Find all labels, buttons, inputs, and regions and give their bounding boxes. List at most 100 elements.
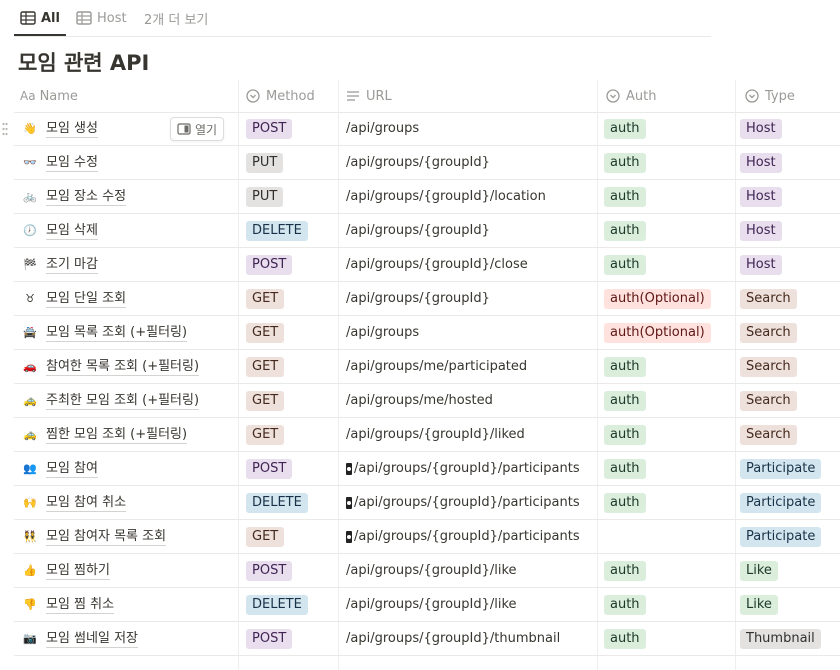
table-row[interactable]: 🚕 찜한 모임 조회 (+필터링) GET/api/groups/{groupId}… (14, 418, 840, 452)
type-cell[interactable]: Host (740, 180, 782, 213)
name-cell[interactable]: 🚕 주최한 모임 조회 (+필터링) (22, 384, 238, 417)
row-name[interactable]: 모임 찜 취소 (46, 596, 115, 614)
url-cell[interactable]: /api/groups/{groupId} (346, 282, 490, 315)
name-cell[interactable]: ♉ 모임 단일 조회 (22, 282, 238, 315)
table-row[interactable]: 👥 모임 참여 POST/api/groups/{groupId}/particip… (14, 452, 840, 486)
method-cell[interactable]: GET (246, 520, 285, 553)
auth-cell[interactable]: auth (604, 112, 646, 145)
type-cell[interactable]: Search (740, 418, 797, 451)
type-cell[interactable]: Host (740, 112, 782, 145)
table-row[interactable]: 🏁 조기 마감 POST/api/groups/{groupId}/close aut… (14, 248, 840, 282)
table-row[interactable]: 👋 모임 생성 열기 POST/api/groups auth Host (2, 112, 840, 146)
row-name[interactable]: 모임 장소 수정 (46, 188, 127, 206)
auth-cell[interactable]: auth(Optional) (604, 282, 711, 315)
auth-cell[interactable]: auth (604, 180, 646, 213)
table-row[interactable]: 👍 모임 찜하기 POST/api/groups/{groupId}/like aut… (14, 554, 840, 588)
method-cell[interactable]: PUT (246, 146, 284, 179)
type-cell[interactable]: Search (740, 384, 797, 417)
method-cell[interactable]: GET (246, 418, 285, 451)
method-cell[interactable]: POST (246, 622, 293, 655)
table-row[interactable]: 🚔 모임 목록 조회 (+필터링) GET/api/groups auth(Optio… (14, 316, 840, 350)
row-name[interactable]: 모임 삭제 (46, 222, 98, 240)
type-cell[interactable]: Like (740, 554, 778, 587)
method-cell[interactable]: GET (246, 384, 285, 417)
method-cell[interactable]: POST (246, 112, 293, 145)
table-row[interactable]: 📷 모임 썸네일 저장 POST/api/groups/{groupId}/thum… (14, 622, 840, 656)
tab-more[interactable]: 2개 더 보기 (144, 8, 208, 28)
table-row[interactable]: 🚗 참여한 목록 조회 (+필터링) GET/api/groups/me/parti… (14, 350, 840, 384)
row-name[interactable]: 모임 참여 취소 (46, 494, 127, 512)
table-row[interactable]: 👯 모임 참여자 목록 조회 GET/api/groups/{groupId}/pa… (14, 520, 840, 554)
method-cell[interactable]: PUT (246, 180, 284, 213)
name-cell[interactable]: 👎 모임 찜 취소 (22, 588, 238, 621)
row-name[interactable]: 주최한 모임 조회 (+필터링) (46, 392, 200, 410)
table-row[interactable]: 🚲 모임 장소 수정 PUT/api/groups/{groupId}/locati… (14, 180, 840, 214)
url-cell[interactable]: /api/groups/{groupId} (346, 146, 490, 179)
name-cell[interactable]: 🙌 모임 참여 취소 (22, 486, 238, 519)
name-cell[interactable]: 🕖 모임 삭제 (22, 214, 238, 247)
auth-cell[interactable]: auth (604, 146, 646, 179)
url-cell[interactable]: /api/groups/{groupId}/close (346, 248, 528, 281)
method-cell[interactable]: DELETE (246, 214, 308, 247)
column-header-method[interactable]: Method (246, 80, 315, 112)
auth-cell[interactable]: auth (604, 588, 646, 621)
row-name[interactable]: 조기 마감 (46, 256, 98, 274)
url-cell[interactable]: /api/groups/{groupId}/location (346, 180, 546, 213)
type-cell[interactable]: Host (740, 214, 782, 247)
table-row[interactable]: 👎 모임 찜 취소 DELETE/api/groups/{groupId}/like… (14, 588, 840, 622)
name-cell[interactable]: 🚲 모임 장소 수정 (22, 180, 238, 213)
url-cell[interactable]: /api/groups/me/participated (346, 350, 527, 383)
auth-cell[interactable]: auth (604, 554, 646, 587)
url-cell[interactable]: /api/groups/{groupId}/like (346, 588, 517, 621)
table-row[interactable]: 🙌 모임 참여 취소 DELETE/api/groups/{groupId}/par… (14, 486, 840, 520)
type-cell[interactable]: Participate (740, 486, 822, 519)
row-name[interactable]: 찜한 모임 조회 (+필터링) (46, 426, 188, 444)
name-cell[interactable]: 📷 모임 썸네일 저장 (22, 622, 238, 655)
url-cell[interactable]: /api/groups (346, 112, 419, 145)
column-header-auth[interactable]: Auth (606, 80, 656, 112)
column-header-url[interactable]: URL (346, 80, 392, 112)
name-cell[interactable]: 👥 모임 참여 (22, 452, 238, 485)
auth-cell[interactable]: auth (604, 350, 646, 383)
table-row[interactable]: 👓 모임 수정 PUT/api/groups/{groupId} auth Host (14, 146, 840, 180)
url-cell[interactable]: /api/groups/{groupId}/thumbnail (346, 622, 560, 655)
method-cell[interactable]: DELETE (246, 486, 308, 519)
method-cell[interactable]: GET (246, 316, 285, 349)
method-cell[interactable]: POST (246, 554, 293, 587)
name-cell[interactable]: 👍 모임 찜하기 (22, 554, 238, 587)
row-name[interactable]: 모임 썸네일 저장 (46, 630, 138, 648)
type-cell[interactable]: Host (740, 146, 782, 179)
type-cell[interactable]: Host (740, 248, 782, 281)
table-row[interactable]: 🕖 모임 삭제 DELETE/api/groups/{groupId} auth Hos… (14, 214, 840, 248)
row-name[interactable]: 모임 참여자 목록 조회 (46, 528, 167, 546)
column-header-name[interactable]: Aa Name (20, 80, 78, 112)
method-cell[interactable]: POST (246, 452, 293, 485)
url-cell[interactable]: /api/groups/{groupId}/liked (346, 418, 525, 451)
method-cell[interactable]: GET (246, 350, 285, 383)
name-cell[interactable]: 👯 모임 참여자 목록 조회 (22, 520, 238, 553)
table-row[interactable]: 🚕 주최한 모임 조회 (+필터링) GET/api/groups/me/hoste… (14, 384, 840, 418)
type-cell[interactable]: Participate (740, 452, 822, 485)
row-name[interactable]: 모임 찜하기 (46, 562, 110, 580)
auth-cell[interactable]: auth (604, 418, 646, 451)
auth-cell[interactable]: auth (604, 384, 646, 417)
open-button[interactable]: 열기 (170, 117, 225, 141)
tab-host[interactable]: Host (76, 8, 127, 28)
url-cell[interactable]: /api/groups/{groupId}/participants (346, 520, 580, 553)
auth-cell[interactable]: auth (604, 214, 646, 247)
auth-cell[interactable]: auth (604, 622, 646, 655)
url-cell[interactable]: /api/groups/{groupId} (346, 214, 490, 247)
auth-cell[interactable]: auth (604, 452, 646, 485)
auth-cell[interactable]: auth (604, 486, 646, 519)
type-cell[interactable]: Participate (740, 520, 822, 553)
url-cell[interactable]: /api/groups/{groupId}/like (346, 554, 517, 587)
type-cell[interactable]: Like (740, 588, 778, 621)
url-cell[interactable]: /api/groups/{groupId}/participants (346, 452, 580, 485)
drag-handle-icon[interactable] (2, 121, 8, 136)
type-cell[interactable]: Search (740, 282, 797, 315)
method-cell[interactable]: POST (246, 248, 293, 281)
name-cell[interactable]: 🚕 찜한 모임 조회 (+필터링) (22, 418, 238, 451)
table-row[interactable]: ♉ 모임 단일 조회 GET/api/groups/{groupId} auth(Op… (14, 282, 840, 316)
name-cell[interactable]: 👓 모임 수정 (22, 146, 238, 179)
method-cell[interactable]: DELETE (246, 588, 308, 621)
